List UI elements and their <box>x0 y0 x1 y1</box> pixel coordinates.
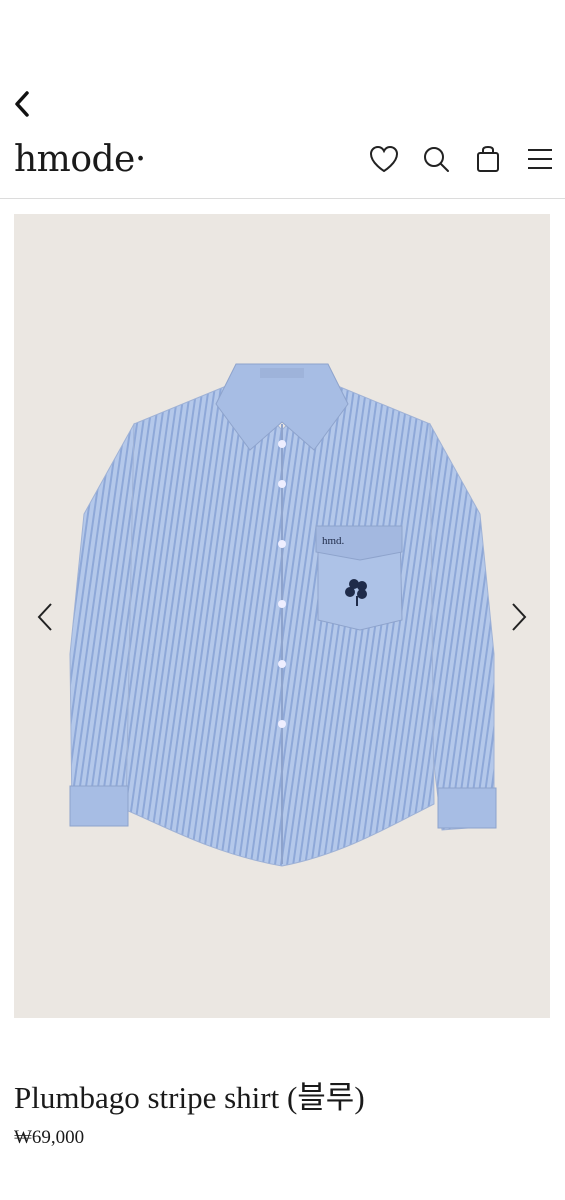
chevron-left-icon <box>37 603 52 631</box>
heart-icon <box>369 145 399 173</box>
cart-button[interactable] <box>473 144 503 174</box>
header-icons <box>369 144 555 174</box>
search-button[interactable] <box>421 144 451 174</box>
product-price: ₩69,000 <box>14 1127 85 1148</box>
header-divider <box>0 198 565 199</box>
site-header: hmode· <box>0 130 565 198</box>
product-title: Plumbago stripe shirt (블루) <box>14 1080 365 1115</box>
back-button[interactable] <box>8 86 36 122</box>
pocket-embroidery: hmd. <box>322 535 345 547</box>
gallery-prev-button[interactable] <box>30 600 60 634</box>
product-image: hmd. <box>69 363 497 867</box>
brand-logo[interactable]: hmode· <box>14 138 146 182</box>
shopping-bag-icon <box>477 145 499 172</box>
product-image-gallery[interactable]: hmd. <box>14 214 550 1018</box>
menu-button[interactable] <box>525 144 555 174</box>
search-icon <box>424 147 449 172</box>
chevron-left-icon <box>15 91 29 117</box>
menu-icon <box>528 149 552 169</box>
chevron-right-icon <box>512 603 527 631</box>
gallery-next-button[interactable] <box>504 600 534 634</box>
wishlist-button[interactable] <box>369 144 399 174</box>
